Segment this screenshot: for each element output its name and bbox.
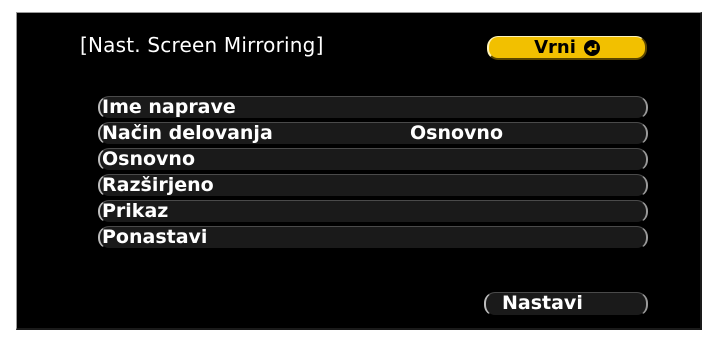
menu-item-label: Ponastavi	[102, 226, 208, 248]
set-button[interactable]: Nastavi	[484, 292, 648, 316]
menu-item-value: Osnovno	[410, 122, 504, 144]
enter-key-icon	[583, 39, 600, 56]
back-button[interactable]: Vrni	[487, 36, 647, 60]
menu-item-label: Osnovno	[102, 148, 196, 170]
menu-item-reset[interactable]: Ponastavi	[98, 226, 648, 249]
back-button-label: Vrni	[534, 37, 576, 58]
menu-item-label: Način delovanja	[102, 122, 273, 144]
menu-item-basic[interactable]: Osnovno	[98, 148, 648, 171]
set-button-label: Nastavi	[502, 292, 583, 314]
dialog-title: [Nast. Screen Mirroring]	[80, 33, 324, 57]
menu-item-device-name[interactable]: Ime naprave	[98, 96, 648, 119]
menu-item-extended[interactable]: Razširjeno	[98, 174, 648, 197]
menu-item-label: Prikaz	[102, 200, 169, 222]
menu-item-label: Razširjeno	[102, 174, 214, 196]
menu-item-display[interactable]: Prikaz	[98, 200, 648, 223]
menu-item-operation-mode[interactable]: Način delovanja Osnovno	[98, 122, 648, 145]
menu-item-label: Ime naprave	[102, 96, 236, 118]
